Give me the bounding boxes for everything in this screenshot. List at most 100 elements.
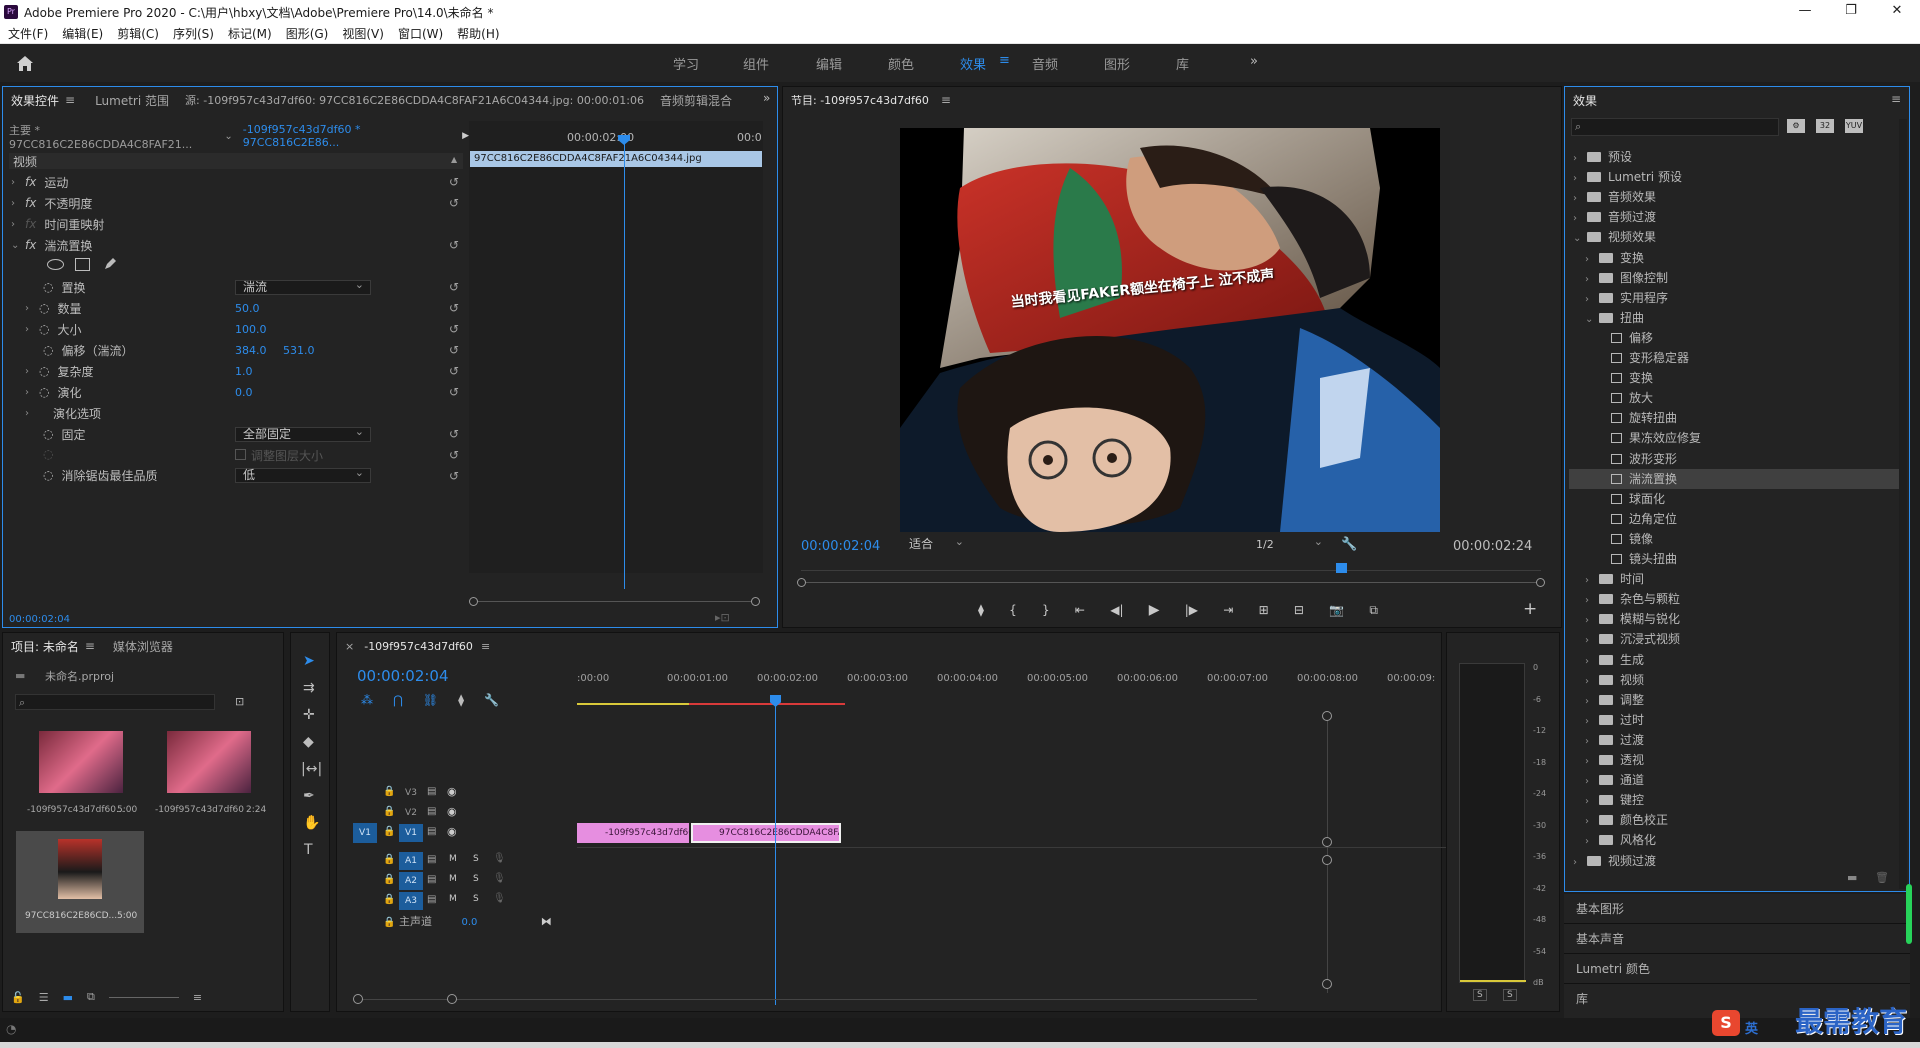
effect-motion[interactable]: › fx 运动 — [11, 172, 68, 192]
extract-button[interactable]: ⊟ — [1294, 603, 1304, 617]
collapse-up-icon[interactable]: ▲ — [451, 155, 457, 164]
chevron-right-icon[interactable]: › — [1585, 250, 1599, 270]
chevron-right-icon[interactable]: › — [1585, 652, 1599, 672]
timeline-clip-1[interactable]: -109f957c43d7df60. — [577, 823, 689, 843]
reset-icon[interactable]: ↺ — [449, 301, 459, 315]
tab-lumetri-scopes[interactable]: Lumetri 范围 — [95, 92, 169, 109]
effects-tree-item[interactable]: › 过渡 — [1585, 730, 1644, 750]
effects-tree-item[interactable]: › 通道 — [1585, 770, 1644, 790]
close-button[interactable]: ✕ — [1874, 0, 1920, 24]
type-tool-icon[interactable]: T — [304, 842, 313, 858]
stopwatch-icon[interactable]: ◌ — [43, 280, 53, 294]
home-icon[interactable] — [14, 53, 36, 73]
voiceover-icon[interactable]: 🎙 — [493, 873, 506, 884]
solo-button[interactable]: S — [473, 854, 479, 864]
chevron-right-icon[interactable]: › — [1585, 591, 1599, 611]
program-zoom-bar[interactable] — [801, 582, 1541, 583]
zoom-fit-dropdown[interactable]: 适合 — [901, 535, 971, 555]
effects-tree-item[interactable]: 偏移 — [1597, 328, 1653, 348]
sync-lock-icon[interactable]: ▤ — [427, 854, 436, 865]
size-value[interactable]: 100.0 — [235, 323, 267, 336]
mini-zoom-bar[interactable] — [473, 601, 753, 602]
workspace-overflow-icon[interactable]: » — [1250, 54, 1258, 69]
reset-icon[interactable]: ↺ — [449, 364, 459, 378]
effect-turbulent-displace[interactable]: ⌄ fx 湍流置换 — [11, 235, 92, 255]
mini-playhead[interactable] — [624, 137, 625, 589]
antialias-dropdown[interactable]: 低 — [235, 466, 371, 483]
selection-tool-icon[interactable]: ➤ — [303, 653, 315, 669]
chevron-right-icon[interactable]: › — [1585, 792, 1599, 812]
mark-out-button[interactable]: } — [1042, 603, 1050, 617]
track-target[interactable]: V2 — [399, 804, 423, 822]
resize-layer-checkbox[interactable] — [235, 449, 246, 460]
32bit-effects-icon[interactable]: 32 — [1816, 119, 1834, 133]
effect-time-remap[interactable]: › fx 时间重映射 — [11, 214, 104, 234]
reset-icon[interactable]: ↺ — [449, 448, 459, 462]
ripple-edit-tool-icon[interactable]: ✛ — [303, 707, 315, 723]
effects-tree-item[interactable]: ⌄ 扭曲 — [1585, 308, 1644, 328]
chevron-right-icon[interactable]: › — [1585, 772, 1599, 792]
solo-button[interactable]: S — [473, 874, 479, 884]
workspace-tab-learn[interactable]: 学习 — [673, 54, 699, 73]
chevron-right-icon[interactable]: › — [1573, 169, 1587, 189]
stopwatch-icon[interactable]: ◌ — [43, 343, 53, 357]
effects-tree-item[interactable]: 变换 — [1597, 368, 1653, 388]
fx-icon[interactable]: fx — [25, 175, 36, 189]
chevron-right-icon[interactable]: › — [1585, 270, 1599, 290]
goto-end-icon[interactable]: ⧓ — [541, 915, 552, 928]
thumb-size-slider[interactable] — [108, 996, 179, 998]
h-scroll-handle[interactable] — [353, 994, 363, 1004]
icon-view-icon[interactable]: ▬ — [63, 991, 73, 1004]
eye-icon[interactable]: ◉ — [447, 785, 457, 798]
sequence-tab[interactable]: -109f957c43d7df60 — [364, 640, 473, 653]
effects-tree-item[interactable]: › 过时 — [1585, 710, 1644, 730]
workspace-tab-libraries[interactable]: 库 — [1176, 54, 1189, 73]
reset-icon[interactable]: ↺ — [449, 280, 459, 294]
menu-sequence[interactable]: 序列(S) — [173, 25, 214, 42]
v-scroll-handle[interactable] — [1322, 837, 1332, 847]
menu-help[interactable]: 帮助(H) — [457, 25, 499, 42]
step-back-button[interactable]: ◀| — [1110, 603, 1123, 617]
effect-controls-timecode[interactable]: 00:00:02:04 — [9, 614, 70, 625]
effects-tree-item[interactable]: 镜像 — [1597, 529, 1653, 549]
chevron-right-icon[interactable]: › — [1585, 752, 1599, 772]
effects-search-input[interactable]: ⌕ — [1571, 118, 1779, 136]
chevron-right-icon[interactable]: › — [1585, 290, 1599, 310]
chevron-down-icon[interactable]: ⌄ — [1573, 229, 1587, 249]
chevron-right-icon[interactable]: › — [1573, 149, 1587, 169]
effects-tree-item[interactable]: › 视频 — [1585, 670, 1644, 690]
zoom-handle-left[interactable] — [469, 597, 478, 606]
effects-tree-item[interactable]: › 键控 — [1585, 790, 1644, 810]
reset-icon[interactable]: ↺ — [449, 196, 459, 210]
sequence-clip-label[interactable]: -109f957c43d7df60 * 97CC816C2E86... — [243, 123, 448, 149]
solo-left-button[interactable]: S — [1473, 989, 1487, 1001]
effects-tree-item[interactable]: › 颜色校正 — [1585, 810, 1668, 830]
panel-essential-sound[interactable]: 基本声音 — [1564, 924, 1910, 954]
program-title[interactable]: 节目: -109f957c43d7df60 — [791, 92, 929, 108]
v-scroll-handle[interactable] — [1322, 711, 1332, 721]
stopwatch-icon[interactable]: ◌ — [39, 385, 49, 399]
panel-overflow-icon[interactable]: » — [763, 91, 770, 105]
amount-value[interactable]: 50.0 — [235, 302, 260, 315]
track-target[interactable]: V1 — [399, 824, 423, 842]
workspace-tab-audio[interactable]: 音频 — [1032, 54, 1058, 73]
effect-opacity[interactable]: › fx 不透明度 — [11, 193, 92, 213]
slip-tool-icon[interactable]: |↔| — [301, 761, 322, 777]
effects-tree-item[interactable]: › 时间 — [1585, 569, 1644, 589]
delete-icon[interactable]: 🗑 — [1875, 871, 1889, 884]
rectangle-mask-icon[interactable] — [75, 258, 90, 271]
effects-tree-item[interactable]: › 图像控制 — [1585, 268, 1668, 288]
v-scroll-handle[interactable] — [1322, 979, 1332, 989]
effects-tree-item[interactable]: 球面化 — [1597, 489, 1665, 509]
chevron-right-icon[interactable]: › — [1585, 571, 1599, 591]
effects-tree-item[interactable]: › 变换 — [1585, 248, 1644, 268]
track-target[interactable]: V3 — [399, 784, 423, 802]
evolution-value[interactable]: 0.0 — [235, 386, 253, 399]
effects-tree-item[interactable]: 旋转扭曲 — [1597, 408, 1677, 428]
timeline-playhead[interactable] — [775, 695, 776, 1005]
voiceover-icon[interactable]: 🎙 — [493, 893, 506, 904]
timeline-ruler[interactable]: :00:00 00:00:01:00 00:00:02:00 00:00:03:00 0… — [577, 673, 1435, 693]
solo-button[interactable]: S — [473, 894, 479, 904]
effects-tree-item[interactable]: 变形稳定器 — [1597, 348, 1689, 368]
panel-essential-graphics[interactable]: 基本图形 — [1564, 894, 1910, 924]
